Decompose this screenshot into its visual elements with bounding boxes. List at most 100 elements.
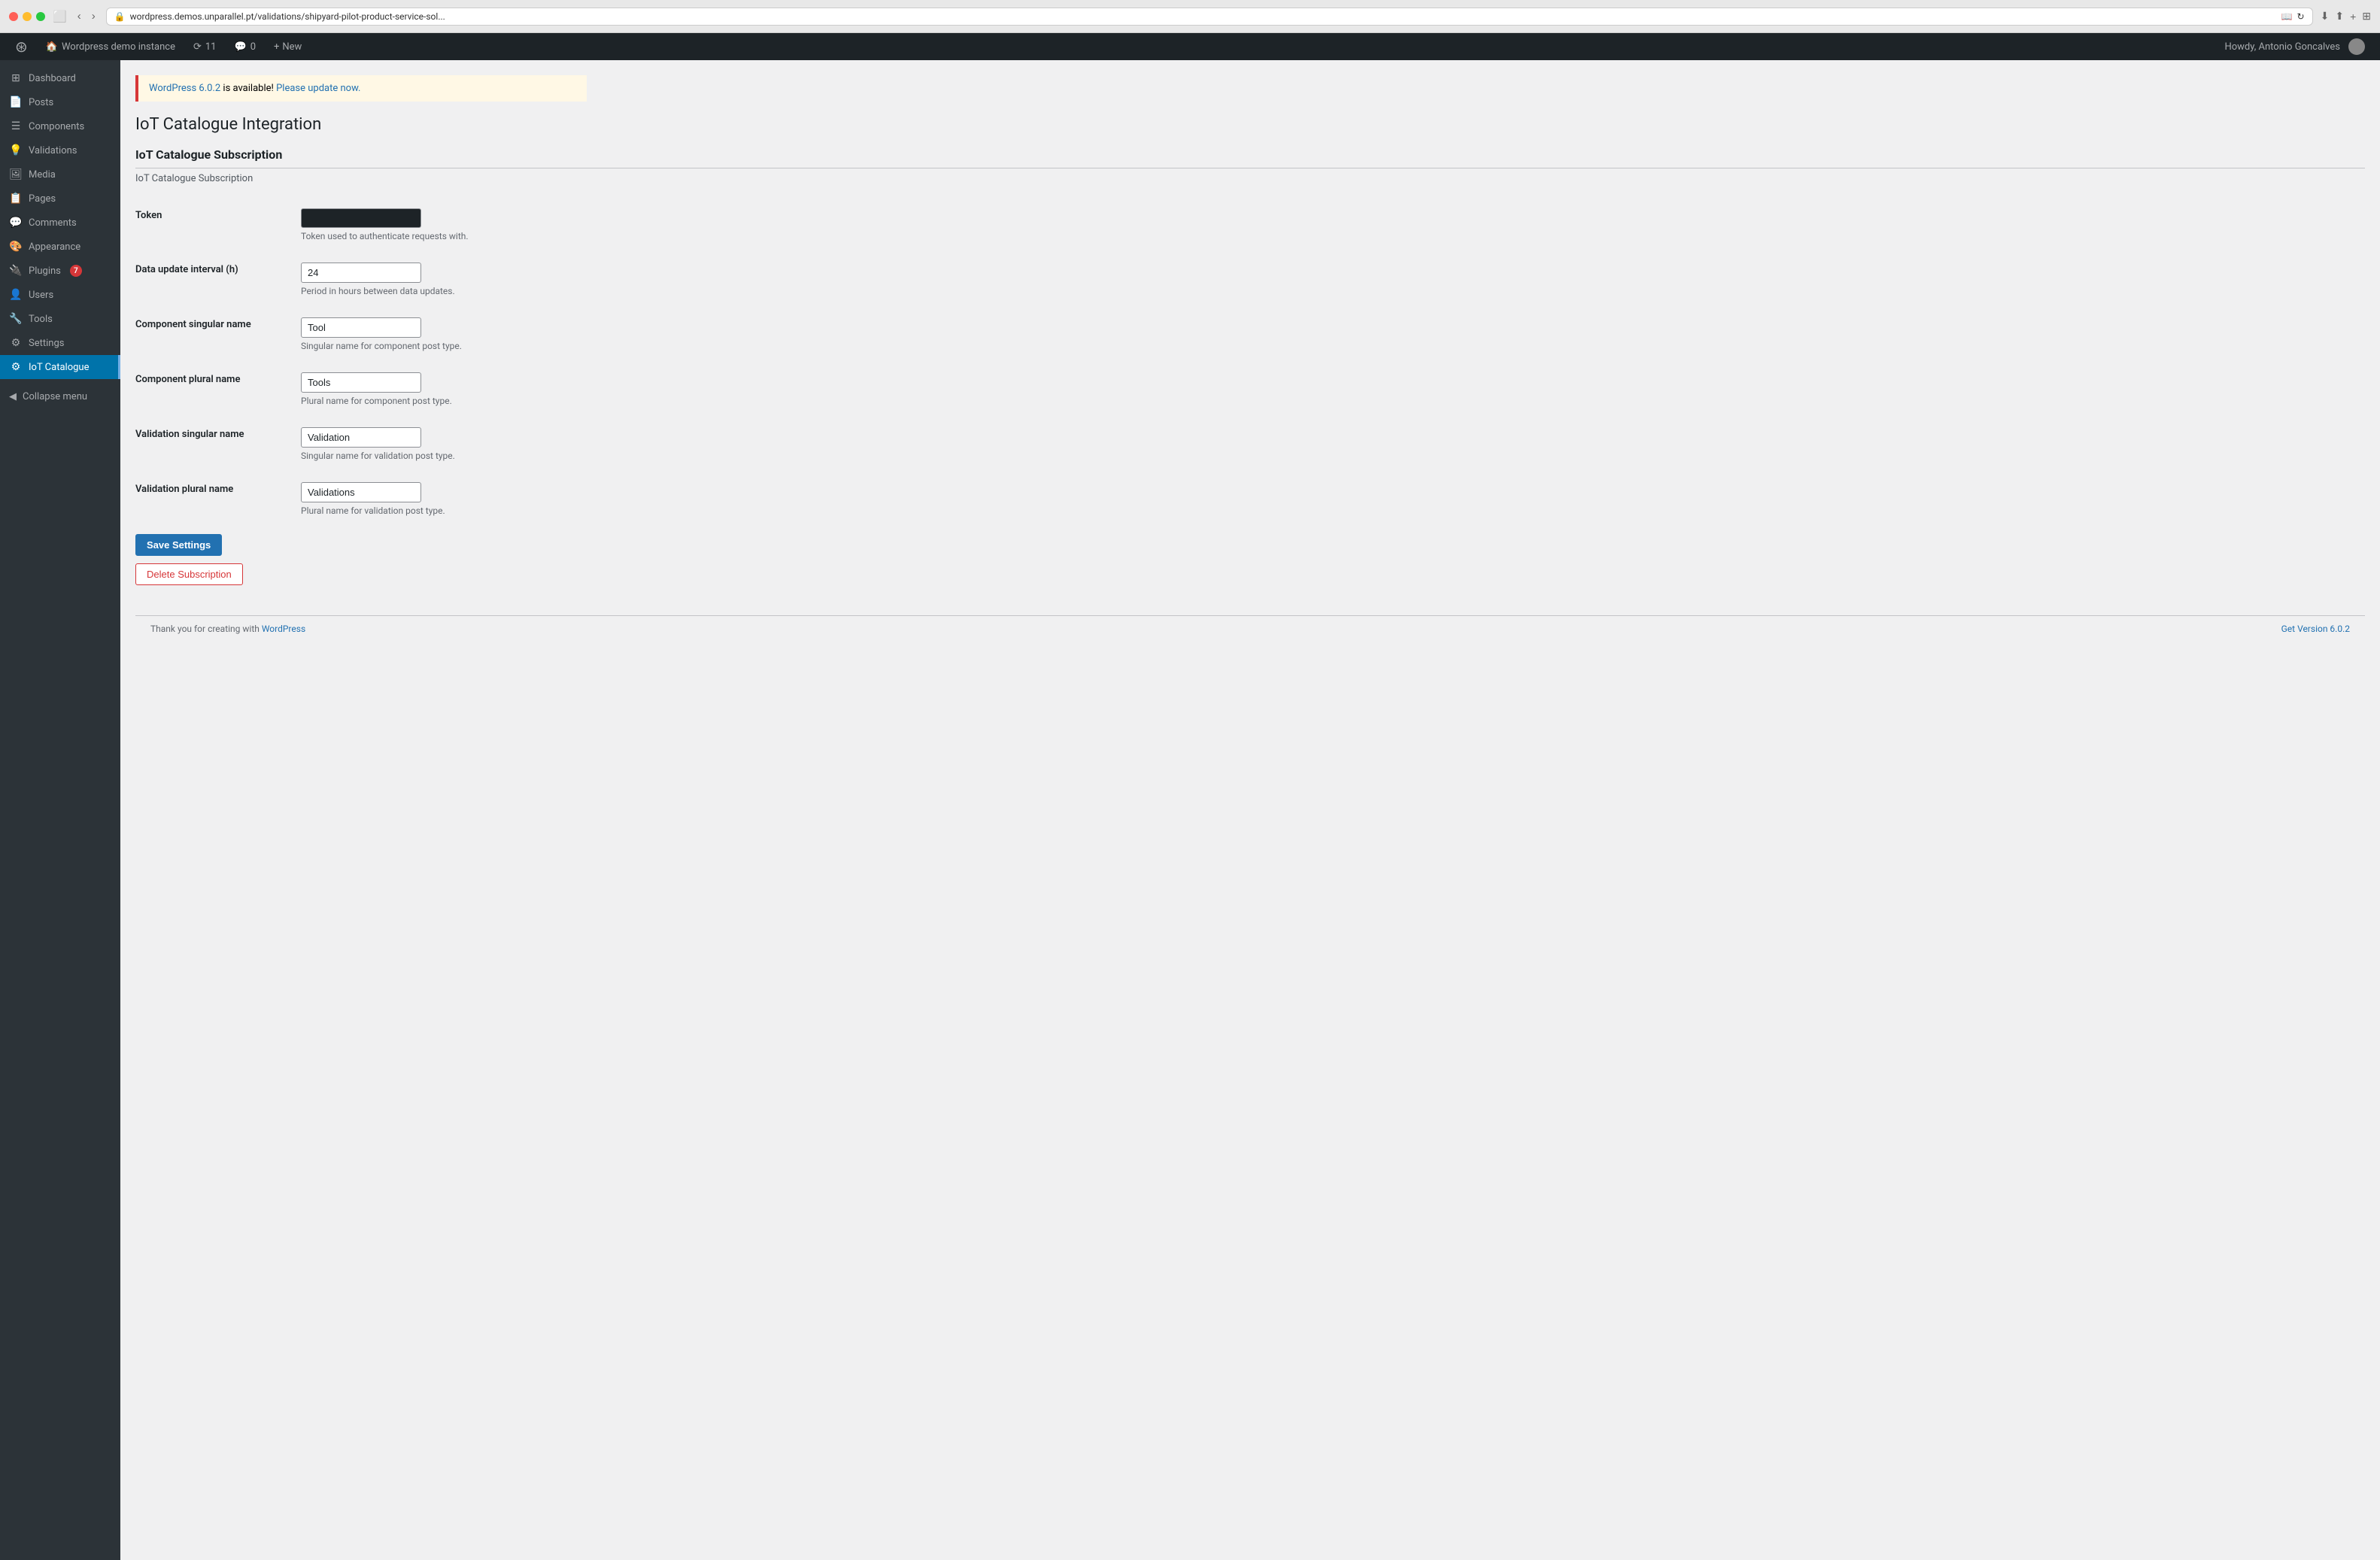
token-description: Token used to authenticate requests with… bbox=[301, 231, 2365, 241]
sidebar-item-plugins[interactable]: 🔌 Plugins 7 bbox=[0, 259, 120, 283]
footer-version-link[interactable]: Get Version 6.0.2 bbox=[2281, 624, 2350, 634]
wp-sidebar: ⊞ Dashboard 📄 Posts ☰ Components 💡 Valid… bbox=[0, 60, 120, 1560]
maximize-button[interactable] bbox=[36, 12, 45, 21]
component-singular-cell: Singular name for component post type. bbox=[301, 307, 2365, 362]
comments-icon: 💬 bbox=[235, 41, 247, 53]
tabs-button[interactable]: ⊞ bbox=[2362, 10, 2371, 23]
update-notice: WordPress 6.0.2 is available! Please upd… bbox=[135, 75, 587, 102]
delete-subscription-button[interactable]: Delete Subscription bbox=[135, 563, 243, 585]
validation-plural-label: Validation plural name bbox=[135, 472, 301, 527]
settings-form-table: Token Token used to authenticate request… bbox=[135, 198, 2365, 527]
admin-bar-wp-logo[interactable]: ⊛ bbox=[8, 33, 35, 60]
collapse-icon: ◀ bbox=[9, 391, 17, 402]
sidebar-toggle-button[interactable]: ⬜ bbox=[53, 10, 67, 23]
data-update-interval-label: Data update interval (h) bbox=[135, 252, 301, 307]
minimize-button[interactable] bbox=[23, 12, 32, 21]
token-label: Token bbox=[135, 198, 301, 252]
validation-singular-cell: Singular name for validation post type. bbox=[301, 417, 2365, 472]
section-title: IoT Catalogue Subscription bbox=[135, 147, 2365, 168]
browser-actions: ⬇ ⬆ + ⊞ bbox=[2321, 10, 2371, 23]
validation-singular-label: Validation singular name bbox=[135, 417, 301, 472]
component-singular-row: Component singular name Singular name fo… bbox=[135, 307, 2365, 362]
updates-count: 11 bbox=[205, 41, 217, 53]
address-bar[interactable]: 🔒 wordpress.demos.unparallel.pt/validati… bbox=[106, 8, 2313, 26]
section-desc: IoT Catalogue Subscription bbox=[135, 173, 2365, 184]
validation-plural-cell: Plural name for validation post type. bbox=[301, 472, 2365, 527]
downloads-button[interactable]: ⬇ bbox=[2321, 10, 2330, 23]
admin-bar-new[interactable]: + New bbox=[266, 33, 309, 60]
component-singular-description: Singular name for component post type. bbox=[301, 341, 2365, 351]
sidebar-item-posts[interactable]: 📄 Posts bbox=[0, 90, 120, 114]
sidebar-item-tools[interactable]: 🔧 Tools bbox=[0, 307, 120, 331]
users-icon: 👤 bbox=[9, 289, 23, 301]
admin-bar-comments[interactable]: 💬 0 bbox=[227, 33, 264, 60]
home-icon: 🏠 bbox=[46, 41, 58, 53]
sidebar-item-pages[interactable]: 📋 Pages bbox=[0, 187, 120, 211]
footer-thank-you: Thank you for creating with bbox=[150, 624, 262, 634]
validation-singular-description: Singular name for validation post type. bbox=[301, 451, 2365, 461]
url-text: wordpress.demos.unparallel.pt/validation… bbox=[130, 11, 2277, 22]
settings-icon: ⚙ bbox=[9, 337, 23, 349]
wp-footer: Thank you for creating with WordPress Ge… bbox=[135, 615, 2365, 642]
close-button[interactable] bbox=[9, 12, 18, 21]
update-now-link[interactable]: Please update now. bbox=[276, 83, 360, 94]
sidebar-item-dashboard[interactable]: ⊞ Dashboard bbox=[0, 66, 120, 90]
validation-plural-description: Plural name for validation post type. bbox=[301, 505, 2365, 516]
wp-layout: ⊞ Dashboard 📄 Posts ☰ Components 💡 Valid… bbox=[0, 60, 2380, 1560]
component-singular-input[interactable] bbox=[301, 317, 421, 338]
validation-singular-input[interactable] bbox=[301, 427, 421, 448]
forward-button[interactable]: › bbox=[89, 8, 99, 24]
admin-bar-user[interactable]: Howdy, Antonio Goncalves bbox=[2217, 33, 2372, 60]
media-icon: 🖼 bbox=[9, 168, 23, 181]
component-plural-cell: Plural name for component post type. bbox=[301, 362, 2365, 417]
wp-admin-bar: ⊛ 🏠 Wordpress demo instance ⟳ 11 💬 0 + N… bbox=[0, 33, 2380, 60]
update-notice-text: is available! bbox=[223, 83, 276, 94]
sidebar-collapse[interactable]: ◀ Collapse menu bbox=[0, 385, 120, 408]
reader-mode-icon: 📖 bbox=[2281, 11, 2293, 22]
sidebar-item-appearance[interactable]: 🎨 Appearance bbox=[0, 235, 120, 259]
validation-plural-input[interactable] bbox=[301, 482, 421, 502]
updates-icon: ⟳ bbox=[193, 41, 202, 53]
traffic-lights bbox=[9, 12, 45, 21]
token-masked-value bbox=[301, 208, 421, 228]
sidebar-label-tools: Tools bbox=[29, 314, 53, 325]
admin-bar-site-name[interactable]: 🏠 Wordpress demo instance bbox=[38, 33, 183, 60]
plugins-icon: 🔌 bbox=[9, 265, 23, 277]
browser-controls: ‹ › bbox=[74, 8, 99, 24]
page-title: IoT Catalogue Integration bbox=[135, 115, 2365, 134]
posts-icon: 📄 bbox=[9, 96, 23, 108]
save-settings-button[interactable]: Save Settings bbox=[135, 534, 222, 556]
sidebar-label-comments: Comments bbox=[29, 217, 77, 229]
sidebar-item-comments[interactable]: 💬 Comments bbox=[0, 211, 120, 235]
share-button[interactable]: ⬆ bbox=[2335, 10, 2344, 23]
comments-count: 0 bbox=[250, 41, 256, 53]
sidebar-item-users[interactable]: 👤 Users bbox=[0, 283, 120, 307]
admin-bar-updates[interactable]: ⟳ 11 bbox=[186, 33, 224, 60]
reload-icon[interactable]: ↻ bbox=[2297, 11, 2305, 22]
plugins-badge: 7 bbox=[70, 265, 82, 277]
sidebar-label-validations: Validations bbox=[29, 145, 77, 156]
browser-chrome: ⬜ ‹ › 🔒 wordpress.demos.unparallel.pt/va… bbox=[0, 0, 2380, 33]
tools-icon: 🔧 bbox=[9, 313, 23, 325]
collapse-label: Collapse menu bbox=[23, 391, 87, 402]
sidebar-item-media[interactable]: 🖼 Media bbox=[0, 162, 120, 187]
component-plural-input[interactable] bbox=[301, 372, 421, 393]
data-update-interval-input[interactable] bbox=[301, 263, 421, 283]
footer-wp-link[interactable]: WordPress bbox=[262, 624, 305, 634]
sidebar-item-components[interactable]: ☰ Components bbox=[0, 114, 120, 138]
sidebar-item-settings[interactable]: ⚙ Settings bbox=[0, 331, 120, 355]
back-button[interactable]: ‹ bbox=[74, 8, 84, 24]
appearance-icon: 🎨 bbox=[9, 241, 23, 253]
new-tab-button[interactable]: + bbox=[2350, 11, 2356, 23]
component-plural-row: Component plural name Plural name for co… bbox=[135, 362, 2365, 417]
sidebar-label-dashboard: Dashboard bbox=[29, 73, 76, 84]
data-update-interval-description: Period in hours between data updates. bbox=[301, 286, 2365, 296]
sidebar-label-pages: Pages bbox=[29, 193, 56, 205]
buttons-row: Save Settings Delete Subscription bbox=[135, 534, 2365, 585]
wp-version-link[interactable]: WordPress 6.0.2 bbox=[149, 83, 220, 94]
howdy-label: Howdy, Antonio Goncalves bbox=[2224, 41, 2340, 53]
sidebar-item-validations[interactable]: 💡 Validations bbox=[0, 138, 120, 162]
sidebar-item-iot-catalogue[interactable]: ⚙ IoT Catalogue bbox=[0, 355, 120, 379]
sidebar-label-posts: Posts bbox=[29, 97, 53, 108]
sidebar-label-iot-catalogue: IoT Catalogue bbox=[29, 362, 89, 373]
